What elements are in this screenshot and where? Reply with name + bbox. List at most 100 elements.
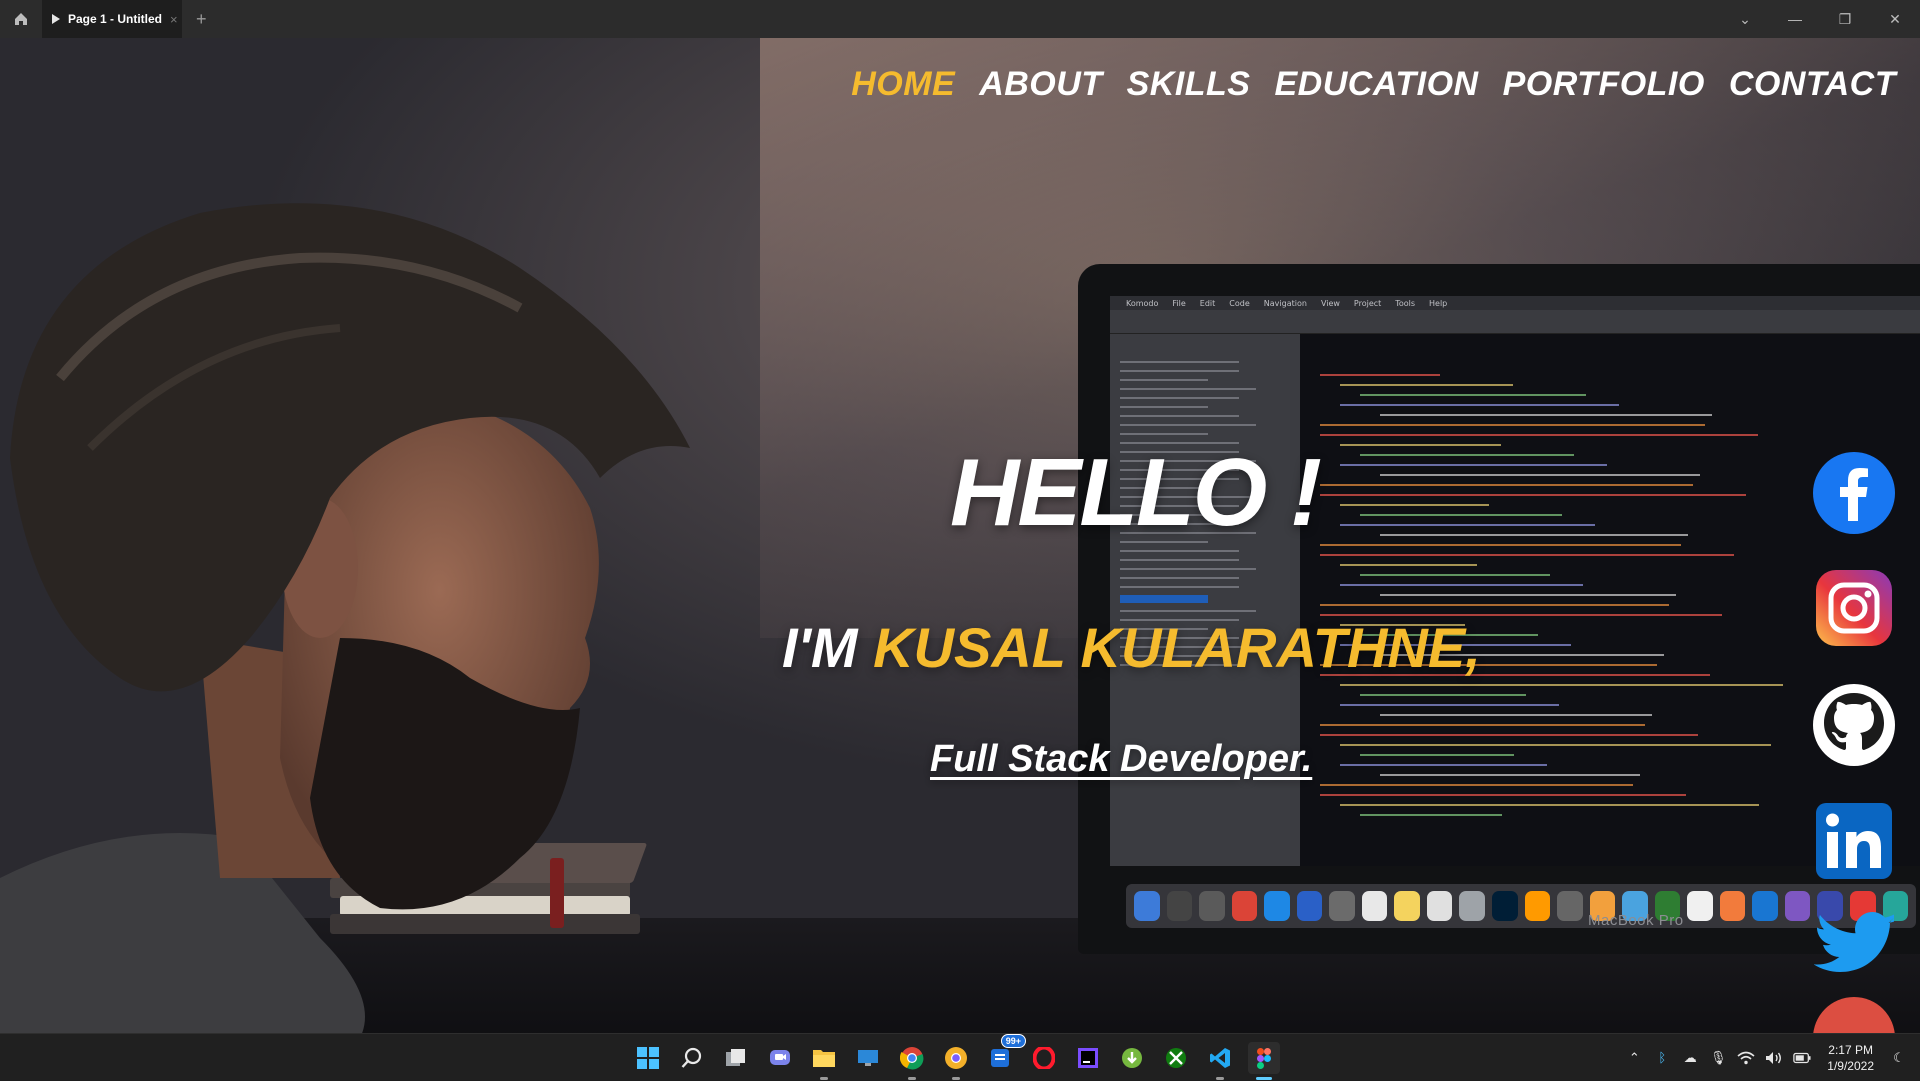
code-line (1340, 764, 1547, 766)
tree-line (1120, 577, 1239, 579)
dock-app-icon (1199, 891, 1225, 921)
chrome-canary-icon[interactable] (940, 1042, 972, 1080)
code-line (1320, 484, 1693, 486)
nav-contact[interactable]: CONTACT (1729, 65, 1896, 104)
linkedin-icon[interactable] (1812, 799, 1896, 883)
xbox-icon[interactable] (1160, 1042, 1192, 1074)
dock-app-icon (1784, 891, 1811, 921)
file-explorer-icon[interactable] (808, 1042, 840, 1080)
facebook-icon[interactable] (1812, 451, 1896, 535)
tree-line (1120, 559, 1239, 561)
maximize-button[interactable]: ❐ (1820, 11, 1870, 28)
code-line (1380, 414, 1712, 416)
nav-skills[interactable]: SKILLS (1127, 65, 1251, 104)
figma-icon[interactable] (1248, 1041, 1280, 1080)
dock-app-icon (1361, 891, 1388, 921)
twitter-icon[interactable] (1812, 899, 1896, 983)
tree-line (1120, 586, 1239, 588)
nav-about[interactable]: ABOUT (979, 65, 1102, 104)
tree-line (1120, 397, 1239, 399)
intro-prefix: I'M (782, 616, 874, 679)
bluetooth-icon[interactable]: ᛒ (1653, 1049, 1671, 1067)
clock[interactable]: 2:17 PM 1/9/2022 (1827, 1042, 1874, 1074)
editor-file-tree (1110, 334, 1300, 866)
code-line (1320, 374, 1440, 376)
microphone-icon[interactable]: 🎙 (1709, 1049, 1727, 1067)
github-icon[interactable] (1812, 683, 1896, 767)
tab-title: Page 1 - Untitled (68, 12, 163, 26)
jetbrains-icon[interactable] (1072, 1042, 1104, 1074)
clock-time: 2:17 PM (1828, 1042, 1873, 1057)
vscode-icon[interactable] (1204, 1042, 1236, 1080)
laptop-dock (1126, 884, 1916, 928)
opera-icon[interactable] (1028, 1042, 1060, 1074)
tree-line (1120, 433, 1209, 435)
notes-app-icon[interactable]: 99+ (984, 1033, 1026, 1074)
code-line (1320, 734, 1698, 736)
code-line (1360, 754, 1514, 756)
code-line (1340, 464, 1607, 466)
tree-line (1120, 568, 1256, 570)
task-view-icon[interactable] (720, 1042, 752, 1074)
system-tray: ⌃ ᛒ ☁ 🎙 2:17 PM 1/9/2022 ☾ (1625, 1034, 1908, 1081)
hero-name: KUSAL KULARATHNE, (873, 616, 1481, 679)
start-icon[interactable] (632, 1042, 664, 1074)
close-button[interactable]: ✕ (1870, 11, 1920, 28)
dock-app-icon (1166, 891, 1193, 921)
code-line (1320, 554, 1734, 556)
code-line (1340, 404, 1619, 406)
nav-education[interactable]: EDUCATION (1275, 65, 1479, 104)
nav-home[interactable]: HOME (851, 65, 955, 104)
battery-icon[interactable] (1793, 1049, 1811, 1067)
focus-assist-icon[interactable]: ☾ (1890, 1049, 1908, 1067)
laptop-menu-item: Help (1429, 298, 1448, 308)
volume-icon[interactable] (1765, 1049, 1783, 1067)
instagram-icon[interactable] (1812, 566, 1896, 650)
code-line (1320, 424, 1705, 426)
code-line (1340, 704, 1559, 706)
dock-app-icon (1524, 891, 1551, 921)
new-tab-button[interactable]: + (196, 9, 207, 30)
tree-line (1120, 388, 1256, 390)
code-line (1340, 444, 1501, 446)
chevron-up-icon[interactable]: ⌃ (1625, 1049, 1643, 1067)
laptop-menu-item: Komodo (1126, 298, 1159, 308)
hero-greeting: HELLO ! (950, 439, 1322, 546)
running-indicator (820, 1076, 828, 1080)
code-line (1380, 474, 1700, 476)
torrent-icon[interactable] (1116, 1042, 1148, 1074)
code-line (1360, 814, 1502, 816)
dock-app-icon (1296, 891, 1323, 921)
tree-line (1120, 370, 1239, 372)
chrome-icon[interactable] (896, 1042, 928, 1080)
nav-portfolio[interactable]: PORTFOLIO (1503, 65, 1705, 104)
notification-badge: 99+ (1000, 1033, 1026, 1048)
google-plus-icon[interactable] (1812, 996, 1896, 1033)
code-line (1320, 724, 1645, 726)
active-indicator (1256, 1076, 1272, 1080)
running-indicator (908, 1076, 916, 1080)
tab-list-button[interactable]: ⌄ (1720, 11, 1770, 28)
laptop-menu-item: Project (1353, 298, 1382, 308)
home-button[interactable] (0, 0, 42, 38)
laptop-menu-item: File (1172, 298, 1186, 308)
onedrive-icon[interactable]: ☁ (1681, 1049, 1699, 1067)
minimize-button[interactable]: — (1770, 11, 1820, 27)
code-line (1340, 584, 1583, 586)
main-nav: HOME ABOUT SKILLS EDUCATION PORTFOLIO CO… (851, 65, 1896, 104)
tree-line (1120, 415, 1239, 417)
laptop-label: MacBook Pro (1588, 912, 1684, 929)
code-line (1380, 714, 1652, 716)
desktop-app-icon[interactable] (852, 1042, 884, 1074)
code-line (1360, 454, 1574, 456)
chat-icon[interactable] (764, 1042, 796, 1074)
laptop-menu-item: Tools (1395, 298, 1416, 308)
document-tab[interactable]: Page 1 - Untitled × (42, 0, 182, 38)
tab-close-button[interactable]: × (170, 12, 178, 27)
wifi-icon[interactable] (1737, 1049, 1755, 1067)
home-icon (15, 13, 27, 25)
search-icon[interactable] (676, 1042, 708, 1074)
tree-line (1120, 550, 1239, 552)
dock-app-icon (1231, 891, 1258, 921)
dock-app-icon (1134, 891, 1160, 921)
